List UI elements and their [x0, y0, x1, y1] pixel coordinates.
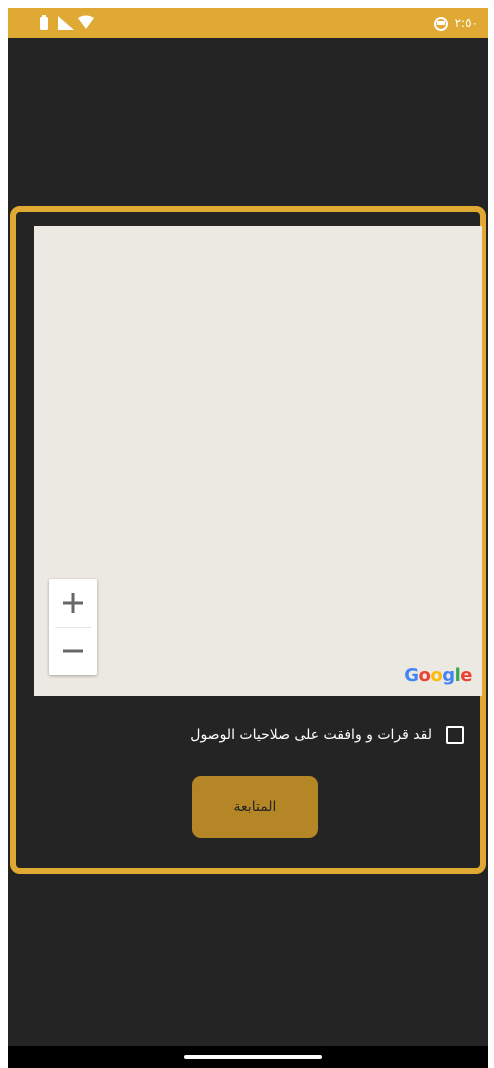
status-bar: ٢:٥٠ [8, 8, 488, 38]
continue-button[interactable]: المتابعة [192, 776, 318, 838]
app-screen: ٢:٥٠ Google لقد قرات و وافقت على صلاحيات… [8, 8, 488, 1068]
battery-icon [40, 15, 48, 30]
wifi-icon [78, 15, 94, 29]
home-indicator[interactable] [184, 1055, 322, 1059]
plus-icon [63, 593, 83, 613]
google-logo: Google [404, 665, 472, 686]
alarm-icon [433, 17, 448, 31]
zoom-out-button[interactable] [49, 627, 97, 675]
status-time: ٢:٥٠ [454, 16, 478, 30]
signal-icon [58, 16, 74, 30]
status-icons-right: ٢:٥٠ [433, 14, 478, 32]
consent-row[interactable]: لقد قرات و وافقت على صلاحيات الوصول [16, 720, 480, 750]
zoom-controls [49, 579, 97, 675]
consent-label: لقد قرات و وافقت على صلاحيات الوصول [190, 727, 432, 743]
permission-card: Google لقد قرات و وافقت على صلاحيات الوص… [10, 206, 486, 874]
zoom-in-button[interactable] [49, 579, 97, 627]
minus-icon [63, 649, 83, 653]
status-icons-left [40, 15, 94, 30]
map-view[interactable]: Google [34, 226, 482, 696]
consent-checkbox[interactable] [446, 726, 464, 744]
